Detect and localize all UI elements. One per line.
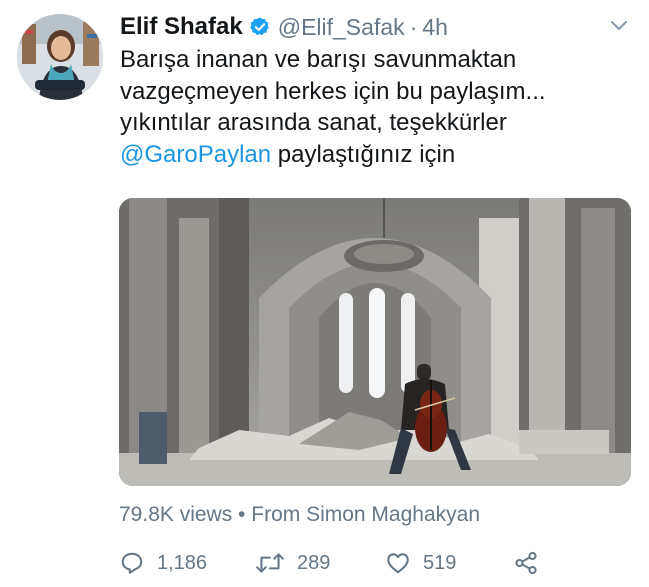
mention-link[interactable]: @GaroPaylan (120, 141, 271, 168)
share-icon (515, 551, 537, 575)
tweet-text-tail: paylaştığınız için (271, 140, 456, 168)
video-views-source: 79.8K views • From Simon Maghakyan (119, 503, 480, 526)
verified-badge-icon (249, 17, 269, 36)
avatar-photo (17, 14, 103, 100)
like-count: 519 (423, 551, 457, 574)
retweet-icon (256, 553, 284, 573)
tweet-video[interactable] (119, 198, 631, 486)
tweet: Elif Shafak @Elif_Safak · 4h Barışa inan… (0, 0, 649, 587)
reply-icon (121, 552, 143, 574)
tweet-timestamp[interactable]: 4h (422, 14, 448, 41)
tweet-text-line: Barışa inanan ve barışı savunmaktan (120, 46, 517, 73)
author-name[interactable]: Elif Shafak (120, 13, 243, 41)
reply-count: 1,186 (157, 551, 208, 574)
tweet-header: Elif Shafak @Elif_Safak · 4h (120, 12, 629, 42)
tweet-text-line: @GaroPaylan paylaştığınız için (120, 139, 630, 171)
retweet-button[interactable]: 289 (255, 545, 330, 581)
author-handle[interactable]: @Elif_Safak (278, 14, 405, 41)
author-avatar[interactable] (17, 14, 103, 100)
tweet-text-line: vazgeçmeyen herkes için bu paylaşım... (120, 77, 546, 105)
reply-button[interactable]: 1,186 (119, 545, 207, 581)
heart-icon (387, 553, 409, 574)
retweet-count: 289 (297, 551, 331, 574)
like-button[interactable]: 519 (385, 545, 456, 581)
share-button[interactable] (513, 545, 539, 581)
chevron-down-icon[interactable] (609, 18, 629, 34)
header-separator: · (409, 13, 418, 40)
video-frame (119, 198, 631, 486)
tweet-text: Barışa inanan ve barışı savunmaktan vazg… (120, 44, 630, 170)
tweet-actions: 1,186 289 519 (119, 545, 639, 581)
tweet-text-line: yıkıntılar arasında sanat, teşekkürler (120, 109, 507, 137)
